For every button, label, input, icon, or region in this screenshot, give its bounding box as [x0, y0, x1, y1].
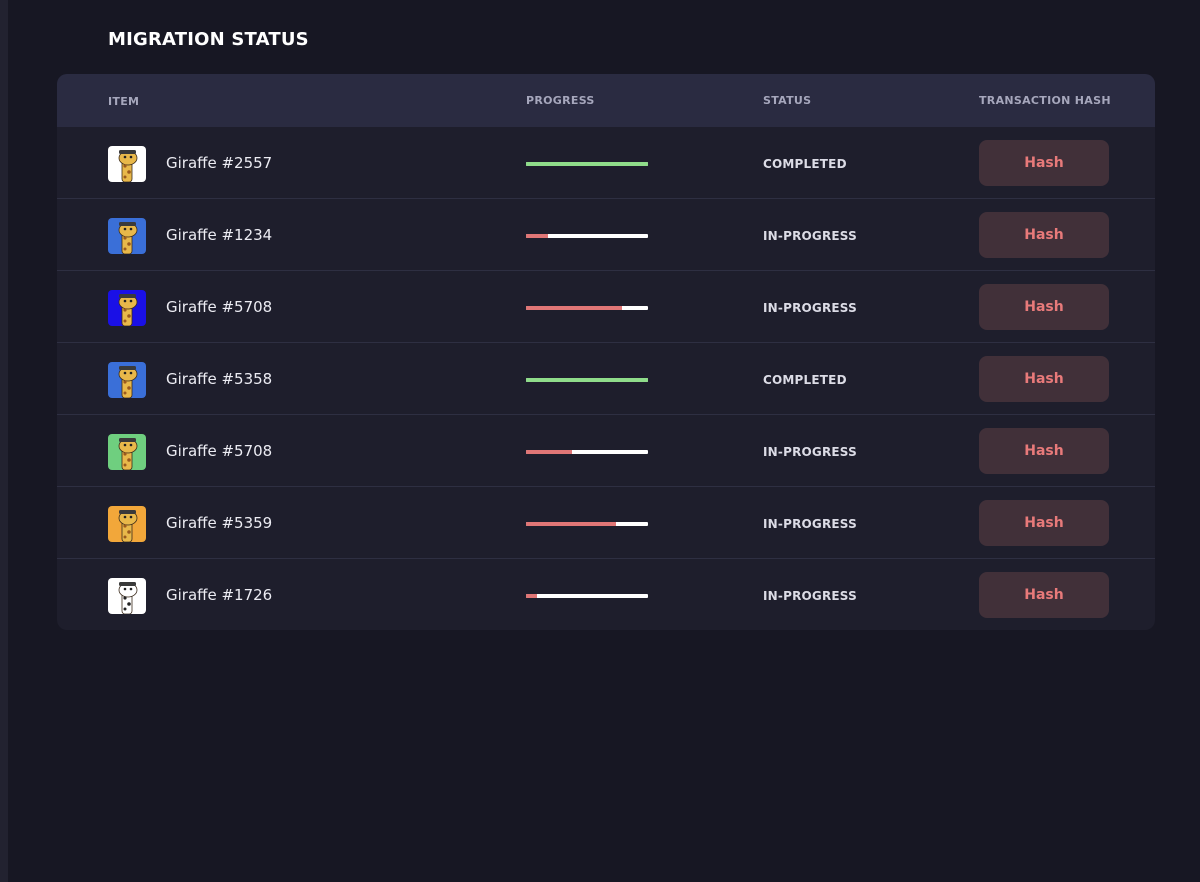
header-item: ITEM — [108, 95, 140, 108]
giraffe-avatar-icon — [108, 362, 146, 398]
giraffe-avatar-icon — [108, 506, 146, 542]
progress-bar — [526, 378, 648, 382]
table-header: ITEM PROGRESS STATUS TRANSACTION HASH — [57, 74, 1155, 127]
left-sidebar-edge — [0, 0, 8, 882]
progress-bar-fill — [526, 522, 617, 526]
item-name: Giraffe #1726 — [166, 586, 273, 604]
giraffe-avatar-icon — [108, 290, 146, 326]
table-row: Giraffe #5708 IN-PROGRESS Hash — [57, 271, 1155, 343]
header-transaction-hash: TRANSACTION HASH — [979, 94, 1111, 107]
hash-button[interactable]: Hash — [979, 140, 1109, 186]
hash-button[interactable]: Hash — [979, 356, 1109, 402]
hash-button[interactable]: Hash — [979, 572, 1109, 618]
giraffe-avatar-icon — [108, 218, 146, 254]
page-title: MIGRATION STATUS — [108, 29, 309, 50]
progress-bar — [526, 594, 648, 598]
hash-button[interactable]: Hash — [979, 212, 1109, 258]
header-progress: PROGRESS — [526, 94, 595, 107]
progress-bar — [526, 450, 648, 454]
table-row: Giraffe #5359 IN-PROGRESS Hash — [57, 487, 1155, 559]
hash-button[interactable]: Hash — [979, 500, 1109, 546]
progress-bar-fill — [526, 450, 573, 454]
progress-bar-fill — [526, 234, 548, 238]
progress-bar-fill — [526, 306, 623, 310]
progress-bar-fill — [526, 378, 648, 382]
item-name: Giraffe #5708 — [166, 298, 273, 316]
hash-button[interactable]: Hash — [979, 428, 1109, 474]
giraffe-avatar-icon — [108, 434, 146, 470]
progress-bar — [526, 234, 648, 238]
item-name: Giraffe #5358 — [166, 370, 273, 388]
progress-bar — [526, 522, 648, 526]
progress-bar — [526, 162, 648, 166]
status-label: COMPLETED — [763, 157, 847, 171]
progress-bar-fill — [526, 162, 648, 166]
progress-bar — [526, 306, 648, 310]
status-label: IN-PROGRESS — [763, 517, 857, 531]
header-status: STATUS — [763, 94, 812, 107]
giraffe-avatar-icon — [108, 146, 146, 182]
item-name: Giraffe #2557 — [166, 154, 273, 172]
table-body: Giraffe #2557 COMPLETED Hash Giraffe #12… — [57, 127, 1155, 630]
table-row: Giraffe #5358 COMPLETED Hash — [57, 343, 1155, 415]
table-row: Giraffe #1234 IN-PROGRESS Hash — [57, 199, 1155, 271]
item-name: Giraffe #5359 — [166, 514, 273, 532]
status-label: IN-PROGRESS — [763, 301, 857, 315]
status-label: IN-PROGRESS — [763, 589, 857, 603]
item-name: Giraffe #5708 — [166, 442, 273, 460]
item-name: Giraffe #1234 — [166, 226, 273, 244]
status-label: COMPLETED — [763, 373, 847, 387]
migration-table: ITEM PROGRESS STATUS TRANSACTION HASH Gi… — [57, 74, 1155, 630]
table-row: Giraffe #5708 IN-PROGRESS Hash — [57, 415, 1155, 487]
hash-button[interactable]: Hash — [979, 284, 1109, 330]
zebra-avatar-icon — [108, 578, 146, 614]
table-row: Giraffe #1726 IN-PROGRESS Hash — [57, 559, 1155, 630]
table-row: Giraffe #2557 COMPLETED Hash — [57, 127, 1155, 199]
status-label: IN-PROGRESS — [763, 445, 857, 459]
status-label: IN-PROGRESS — [763, 229, 857, 243]
progress-bar-fill — [526, 594, 537, 598]
